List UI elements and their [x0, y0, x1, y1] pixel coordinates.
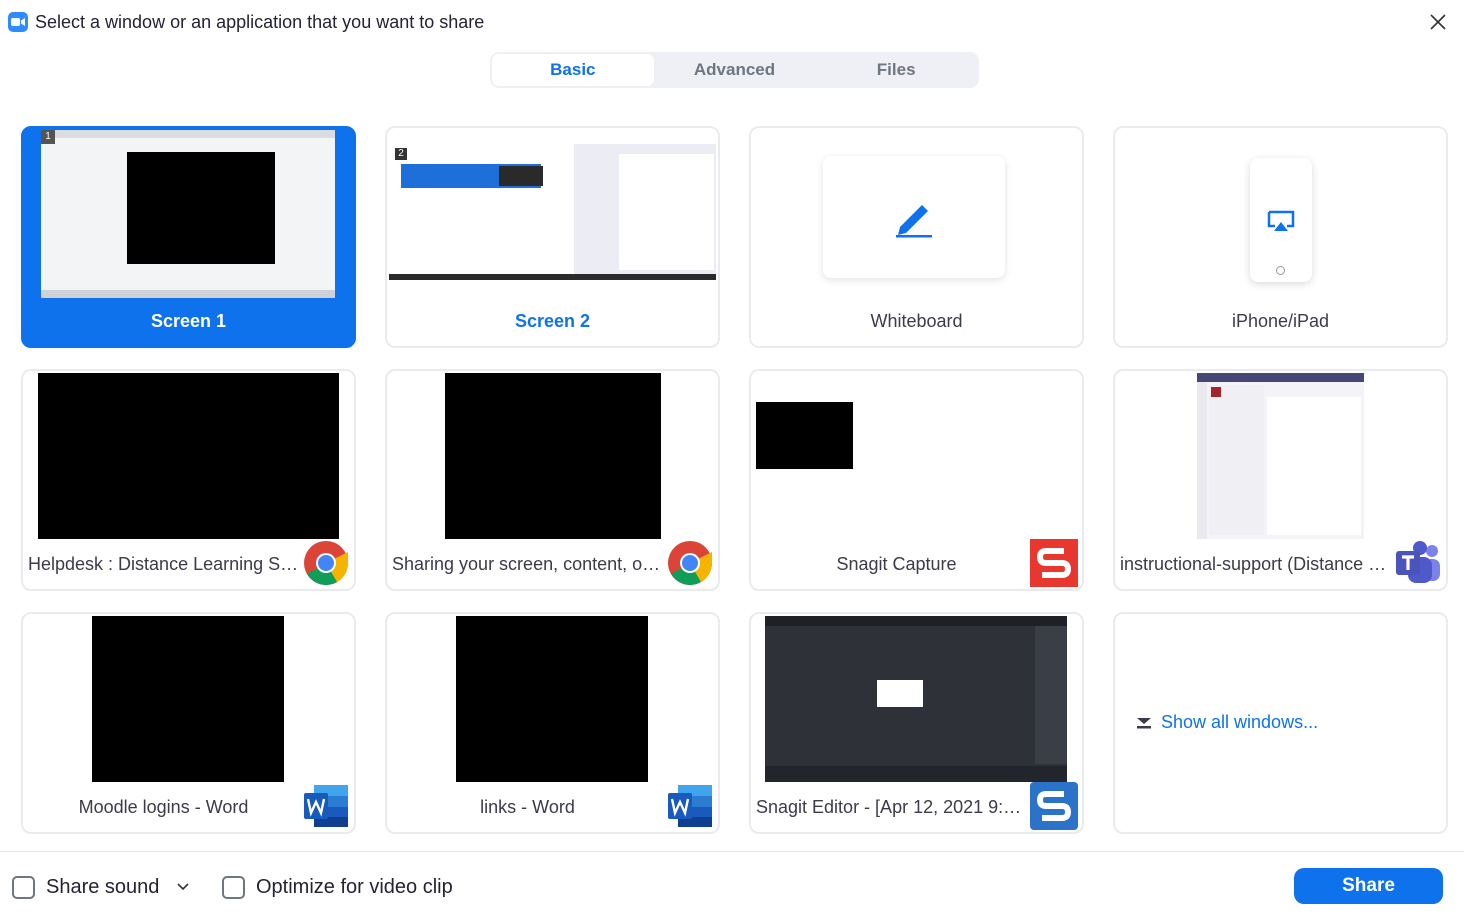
- tab-files[interactable]: Files: [815, 54, 977, 86]
- tile-whiteboard[interactable]: Whiteboard: [749, 126, 1084, 348]
- screen-1-thumbnail: 1: [41, 130, 335, 298]
- tile-label: Screen 2: [514, 311, 591, 331]
- window-thumbnail: [1197, 373, 1364, 539]
- window-thumbnail: [38, 373, 339, 539]
- chevron-down-icon[interactable]: [177, 883, 189, 891]
- snagit-icon: [1030, 539, 1078, 587]
- window-thumbnail: [756, 402, 853, 469]
- share-tabs: Basic Advanced Files: [490, 52, 979, 88]
- footer-bar: Share sound Optimize for video clip Shar…: [0, 851, 1464, 918]
- window-thumbnail: [456, 616, 648, 782]
- whiteboard-preview: [823, 156, 1005, 278]
- close-icon: [1430, 14, 1446, 30]
- window-title: Select a window or an application that y…: [35, 12, 485, 32]
- chrome-icon: [666, 539, 714, 587]
- share-sound-checkbox[interactable]: [12, 876, 35, 899]
- window-thumbnail: [765, 616, 1067, 782]
- show-all-windows-link[interactable]: Show all windows...: [1135, 712, 1318, 733]
- tile-label: Snagit Capture: [836, 554, 957, 574]
- tile-iphone-ipad[interactable]: iPhone/iPad: [1113, 126, 1448, 348]
- tab-advanced[interactable]: Advanced: [654, 54, 816, 86]
- show-all-label: Show all windows...: [1161, 712, 1319, 732]
- tile-label: Snagit Editor - [Apr 12, 2021 9:18...: [756, 797, 1030, 817]
- word-icon: [666, 782, 714, 830]
- tile-label: instructional-support (Distance Le...: [1120, 554, 1394, 574]
- tile-screen-1[interactable]: 1 Screen 1: [21, 126, 356, 348]
- tile-label: Whiteboard: [870, 311, 963, 331]
- tile-label: Moodle logins - Word: [78, 797, 249, 817]
- tile-snagit-editor[interactable]: Snagit Editor - [Apr 12, 2021 9:18...: [749, 612, 1084, 834]
- chrome-icon: [302, 539, 350, 587]
- tile-label: iPhone/iPad: [1231, 311, 1330, 331]
- teams-icon: [1394, 539, 1442, 587]
- share-sound-label[interactable]: Share sound: [46, 876, 159, 899]
- title-bar: Select a window or an application that y…: [0, 0, 1464, 44]
- airplay-icon: [1267, 210, 1295, 231]
- tile-screen-2[interactable]: 2 Screen 2: [385, 126, 720, 348]
- screen-number: 2: [395, 148, 407, 160]
- tile-label: Helpdesk : Distance Learning Sup...: [28, 554, 302, 574]
- tile-teams-window[interactable]: instructional-support (Distance Le...: [1113, 369, 1448, 591]
- tile-label: Sharing your screen, content, or s...: [392, 554, 666, 574]
- phone-preview: [1250, 158, 1312, 282]
- tile-helpdesk-window[interactable]: Helpdesk : Distance Learning Sup...: [21, 369, 356, 591]
- pen-icon: [896, 205, 932, 238]
- screen-number: 1: [41, 130, 55, 144]
- optimize-video-checkbox[interactable]: [222, 876, 245, 899]
- zoom-app-icon: [8, 12, 28, 32]
- home-button: [1276, 266, 1285, 275]
- close-button[interactable]: [1424, 8, 1452, 36]
- window-thumbnail: [92, 616, 284, 782]
- window-thumbnail: [445, 373, 661, 539]
- tile-show-all-windows[interactable]: Show all windows...: [1113, 612, 1448, 834]
- share-button[interactable]: Share: [1294, 868, 1443, 904]
- tab-basic[interactable]: Basic: [492, 54, 654, 86]
- tile-sharing-window[interactable]: Sharing your screen, content, or s...: [385, 369, 720, 591]
- word-icon: [302, 782, 350, 830]
- tile-label: links - Word: [480, 797, 575, 817]
- snagit-editor-icon: [1030, 782, 1078, 830]
- screen-2-thumbnail: 2: [389, 144, 716, 280]
- tile-snagit-capture[interactable]: Snagit Capture: [749, 369, 1084, 591]
- tile-links-word[interactable]: links - Word: [385, 612, 720, 834]
- tile-label: Screen 1: [150, 311, 227, 331]
- expand-down-icon: [1137, 717, 1151, 728]
- tile-moodle-word[interactable]: Moodle logins - Word: [21, 612, 356, 834]
- optimize-video-label[interactable]: Optimize for video clip: [256, 876, 453, 899]
